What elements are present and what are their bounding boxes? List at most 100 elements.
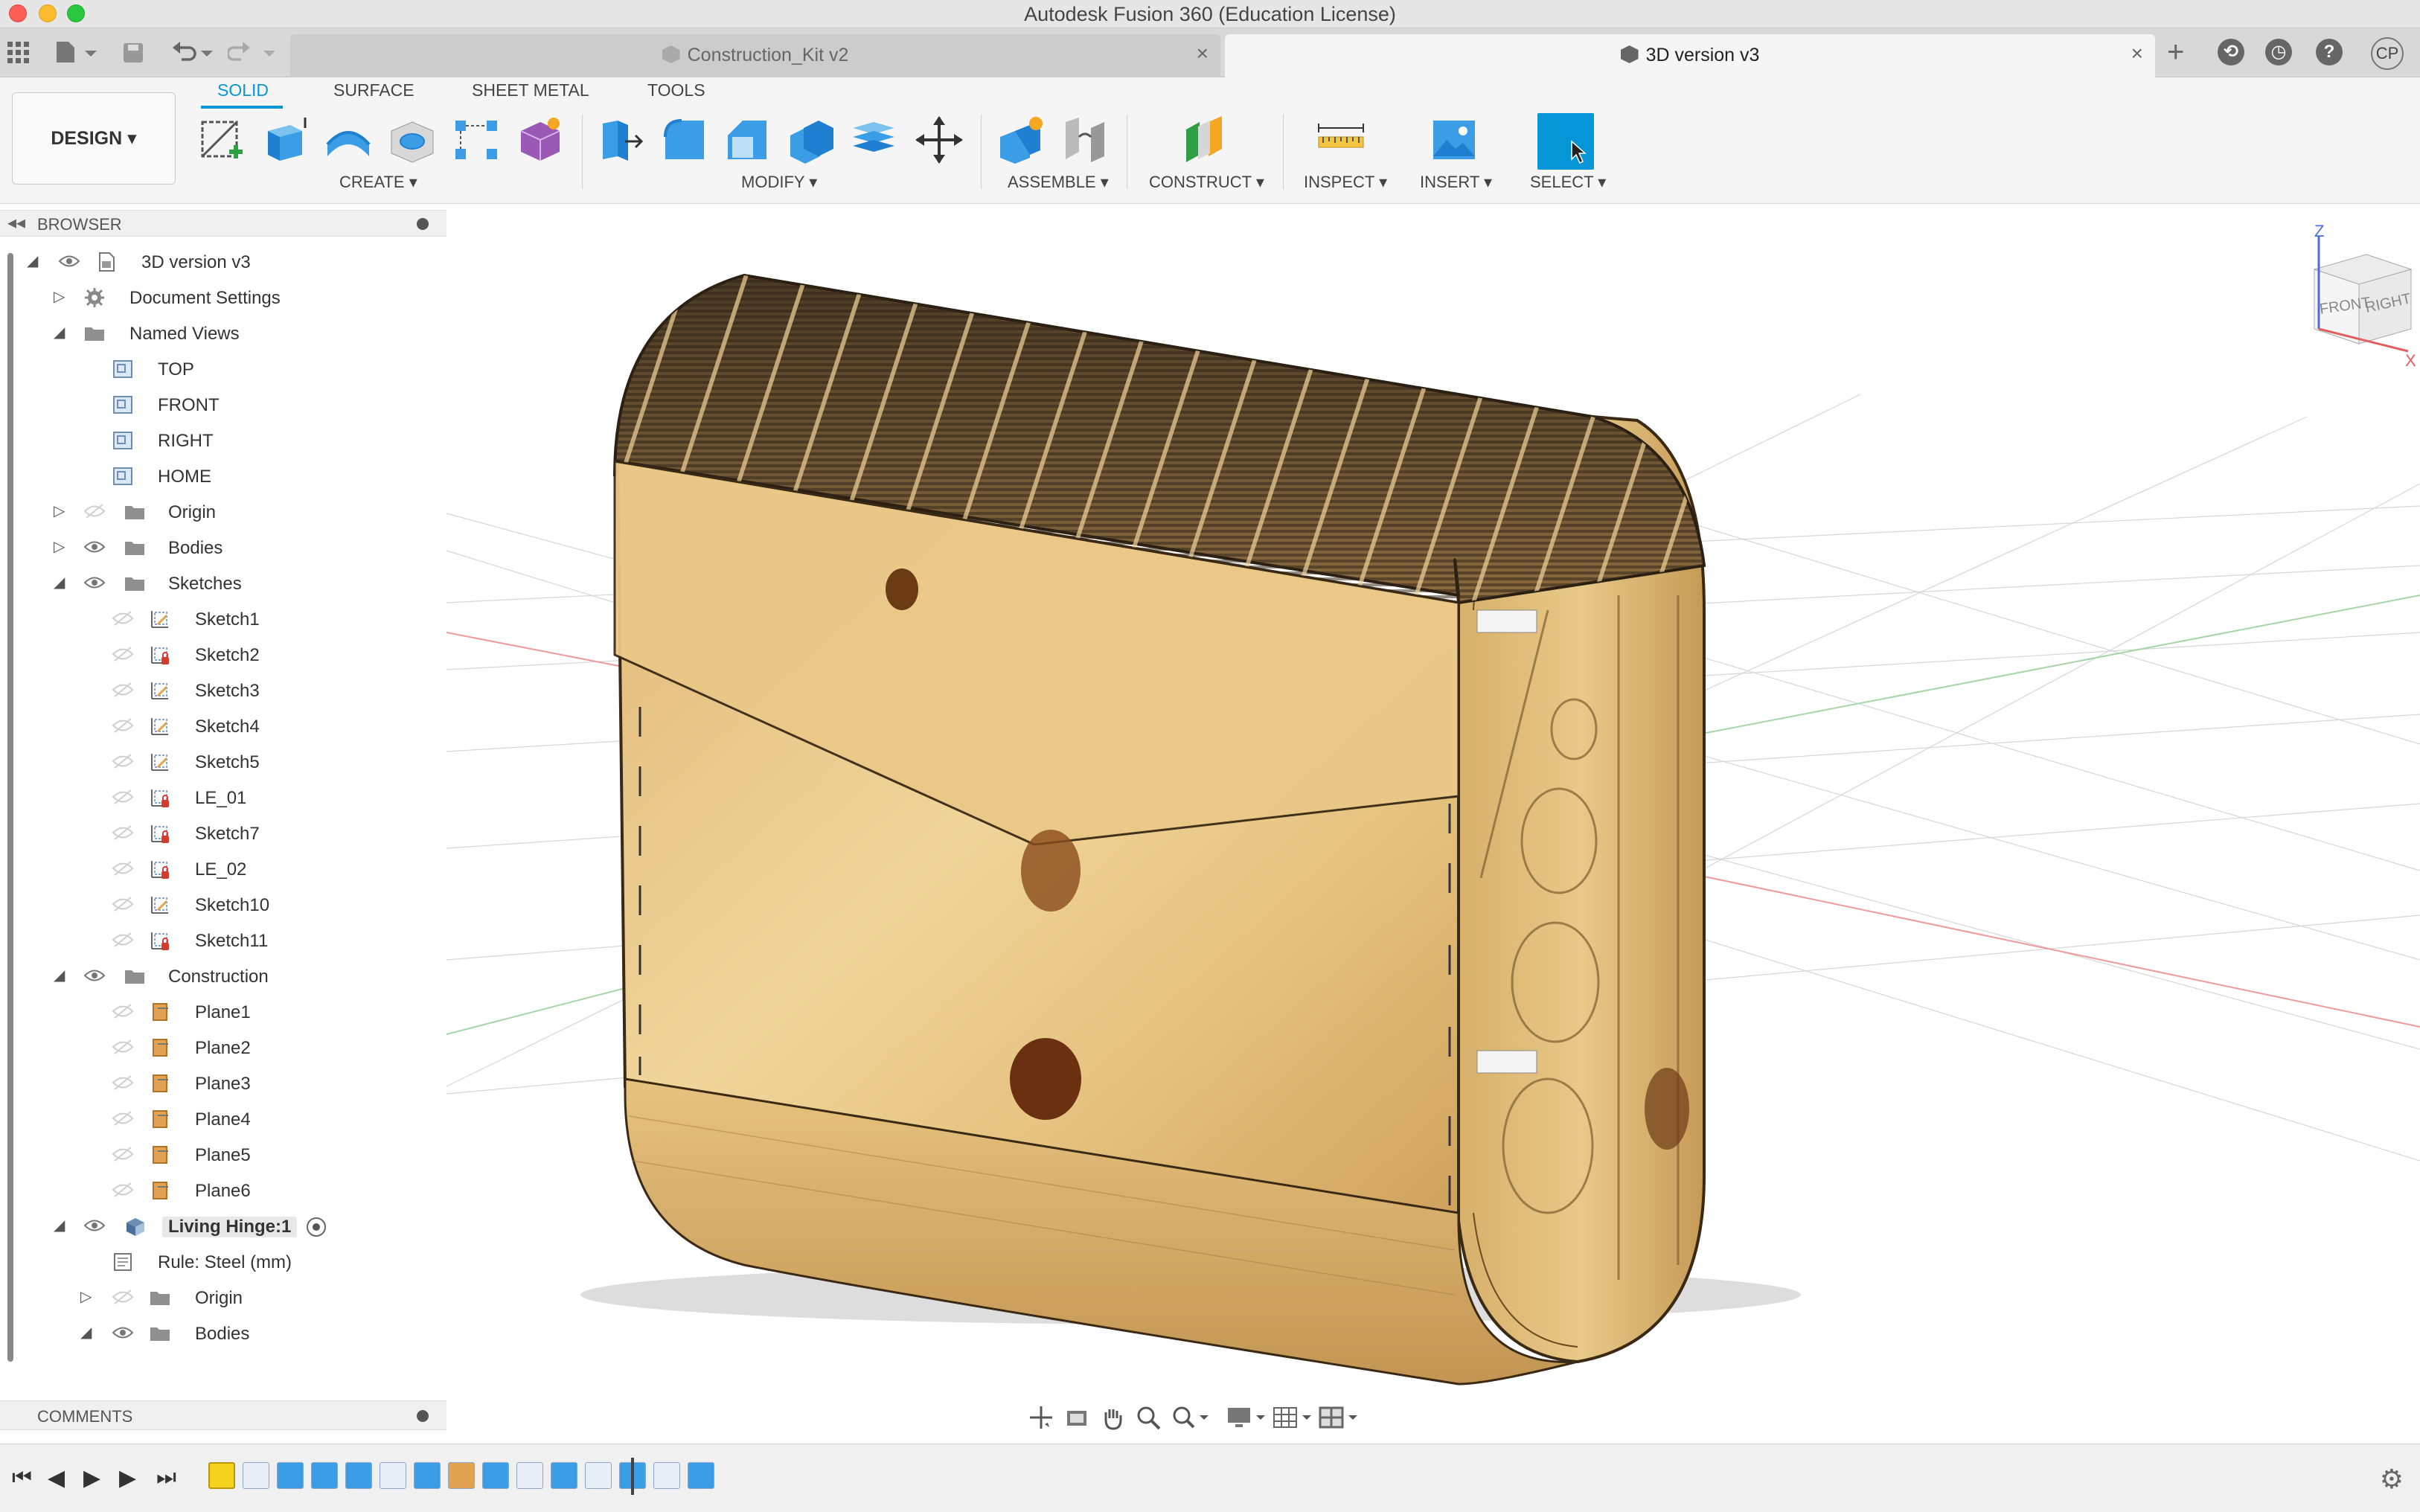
comments-panel-header[interactable]: COMMENTS (0, 1400, 446, 1430)
visibility-eye-icon[interactable] (112, 753, 134, 769)
named-view-item[interactable]: RIGHT (0, 426, 446, 455)
create-sketch-icon[interactable] (196, 115, 247, 165)
measure-icon[interactable] (1316, 115, 1366, 165)
extensions-icon[interactable]: ⟲ (2218, 39, 2244, 65)
visibility-eye-icon[interactable] (112, 789, 134, 805)
visibility-eye-icon[interactable] (112, 682, 134, 698)
shell-icon[interactable] (786, 115, 836, 165)
select-button[interactable] (1537, 113, 1594, 170)
offset-plane-icon[interactable] (1179, 115, 1229, 165)
timeline-sketch-feature[interactable] (585, 1462, 612, 1489)
visibility-eye-icon[interactable] (83, 967, 106, 984)
named-view-item[interactable]: FRONT (0, 390, 446, 420)
expand-toggle-icon[interactable]: ▷ (54, 287, 65, 306)
grid-settings-icon[interactable] (1273, 1405, 1314, 1430)
select-menu[interactable]: SELECT ▾ (1530, 173, 1606, 192)
go-to-end-icon[interactable]: ⏭ (156, 1465, 176, 1490)
visibility-eye-icon[interactable] (112, 932, 134, 948)
timeline-extrude-feature[interactable] (311, 1462, 338, 1489)
press-pull-icon[interactable] (595, 115, 646, 165)
hole-icon[interactable] (387, 115, 438, 165)
timeline-sketch-feature[interactable] (208, 1462, 235, 1489)
visibility-eye-icon[interactable] (83, 574, 106, 591)
fillet-icon[interactable] (659, 115, 710, 165)
document-settings-node[interactable]: ▷ Document Settings (0, 283, 446, 313)
clock-icon[interactable]: ◷ (2265, 39, 2292, 65)
save-icon[interactable] (122, 42, 144, 64)
canvas-viewport[interactable]: FRONT RIGHT Z X (446, 204, 2420, 1439)
sketch-item[interactable]: Sketch2 (0, 640, 446, 670)
insert-menu[interactable]: INSERT ▾ (1420, 173, 1492, 192)
timeline-marker[interactable] (631, 1458, 634, 1495)
sketch-item[interactable]: Sketch7 (0, 819, 446, 848)
visibility-eye-icon[interactable] (112, 1324, 134, 1341)
step-back-icon[interactable]: ◀ (48, 1465, 65, 1491)
tab-solid[interactable]: SOLID (217, 80, 269, 100)
redo-icon[interactable] (228, 40, 280, 64)
pattern-icon[interactable] (451, 115, 502, 165)
visibility-eye-icon[interactable] (112, 717, 134, 734)
visibility-eye-icon[interactable] (112, 1289, 134, 1305)
3d-scene[interactable] (446, 204, 2420, 1439)
bodies-folder[interactable]: ▷ Bodies (0, 533, 446, 563)
play-icon[interactable]: ▶ (83, 1465, 100, 1491)
plane-item[interactable]: Plane4 (0, 1104, 446, 1134)
timeline-extrude-feature[interactable] (414, 1462, 441, 1489)
zoom-icon[interactable] (1136, 1405, 1161, 1430)
timeline-extrude-feature[interactable] (277, 1462, 304, 1489)
activate-component-radio[interactable] (307, 1217, 326, 1237)
timeline-extrude-feature[interactable] (688, 1462, 714, 1489)
modify-menu[interactable]: MODIFY ▾ (741, 173, 817, 192)
step-forward-icon[interactable]: ▶ (119, 1465, 136, 1491)
living-hinge-component[interactable]: ◢ Living Hinge:1 (0, 1211, 446, 1241)
plane-item[interactable]: Plane2 (0, 1033, 446, 1063)
tab-tools[interactable]: TOOLS (647, 80, 705, 100)
visibility-eye-icon[interactable] (112, 646, 134, 662)
sketch-item[interactable]: Sketch4 (0, 711, 446, 741)
create-form-icon[interactable] (515, 115, 566, 165)
apps-grid-icon[interactable] (7, 42, 30, 64)
insert-image-icon[interactable] (1429, 115, 1479, 165)
construct-menu[interactable]: CONSTRUCT ▾ (1149, 173, 1264, 192)
tab-sheet-metal[interactable]: SHEET METAL (472, 80, 589, 100)
workspace-switcher-button[interactable]: DESIGN ▾ (12, 92, 176, 185)
expand-toggle-icon[interactable]: ◢ (27, 252, 38, 270)
create-menu[interactable]: CREATE ▾ (339, 173, 417, 192)
add-comment-icon[interactable] (417, 1410, 429, 1422)
expand-toggle-icon[interactable]: ▷ (54, 502, 65, 520)
go-to-start-icon[interactable]: ⏮ (12, 1465, 32, 1490)
help-icon[interactable]: ? (2316, 39, 2343, 65)
expand-toggle-icon[interactable]: ◢ (54, 966, 65, 984)
visibility-eye-icon[interactable] (112, 1074, 134, 1091)
tab-surface[interactable]: SURFACE (333, 80, 414, 100)
timeline-sketch-feature[interactable] (516, 1462, 543, 1489)
construction-folder[interactable]: ◢ Construction (0, 961, 446, 991)
look-at-icon[interactable] (1064, 1405, 1089, 1430)
tab-3d-version[interactable]: 3D version v3 × (1225, 34, 2155, 77)
visibility-eye-icon[interactable] (112, 1146, 134, 1162)
expand-toggle-icon[interactable]: ◢ (54, 323, 65, 342)
new-component-icon[interactable] (996, 115, 1046, 165)
close-tab-icon[interactable]: × (2131, 42, 2143, 65)
sketch-item[interactable]: Sketch5 (0, 747, 446, 777)
display-settings-icon[interactable] (1226, 1405, 1268, 1430)
viewcube[interactable]: FRONT RIGHT Z X (2262, 225, 2420, 374)
component-bodies-folder[interactable]: ◢ Bodies (0, 1319, 446, 1348)
viewports-icon[interactable] (1319, 1405, 1360, 1430)
chamfer-icon[interactable] (722, 115, 772, 165)
close-tab-icon[interactable]: × (1197, 42, 1209, 65)
browser-root-node[interactable]: ◢ 3D version v3 (0, 247, 446, 277)
visibility-eye-icon[interactable] (112, 824, 134, 841)
visibility-eye-icon[interactable] (112, 1110, 134, 1127)
named-view-item[interactable]: HOME (0, 461, 446, 491)
gear-icon[interactable]: ⚙ (2380, 1464, 2404, 1495)
timeline-sketch-feature[interactable] (653, 1462, 680, 1489)
named-views-folder[interactable]: ◢ Named Views (0, 318, 446, 348)
visibility-eye-icon[interactable] (83, 1217, 106, 1234)
inspect-menu[interactable]: INSPECT ▾ (1304, 173, 1387, 192)
timeline-sketch-feature[interactable] (243, 1462, 269, 1489)
visibility-eye-icon[interactable] (83, 503, 106, 519)
visibility-eye-icon[interactable] (112, 896, 134, 912)
named-view-item[interactable]: TOP (0, 354, 446, 384)
sketch-item[interactable]: Sketch1 (0, 604, 446, 634)
